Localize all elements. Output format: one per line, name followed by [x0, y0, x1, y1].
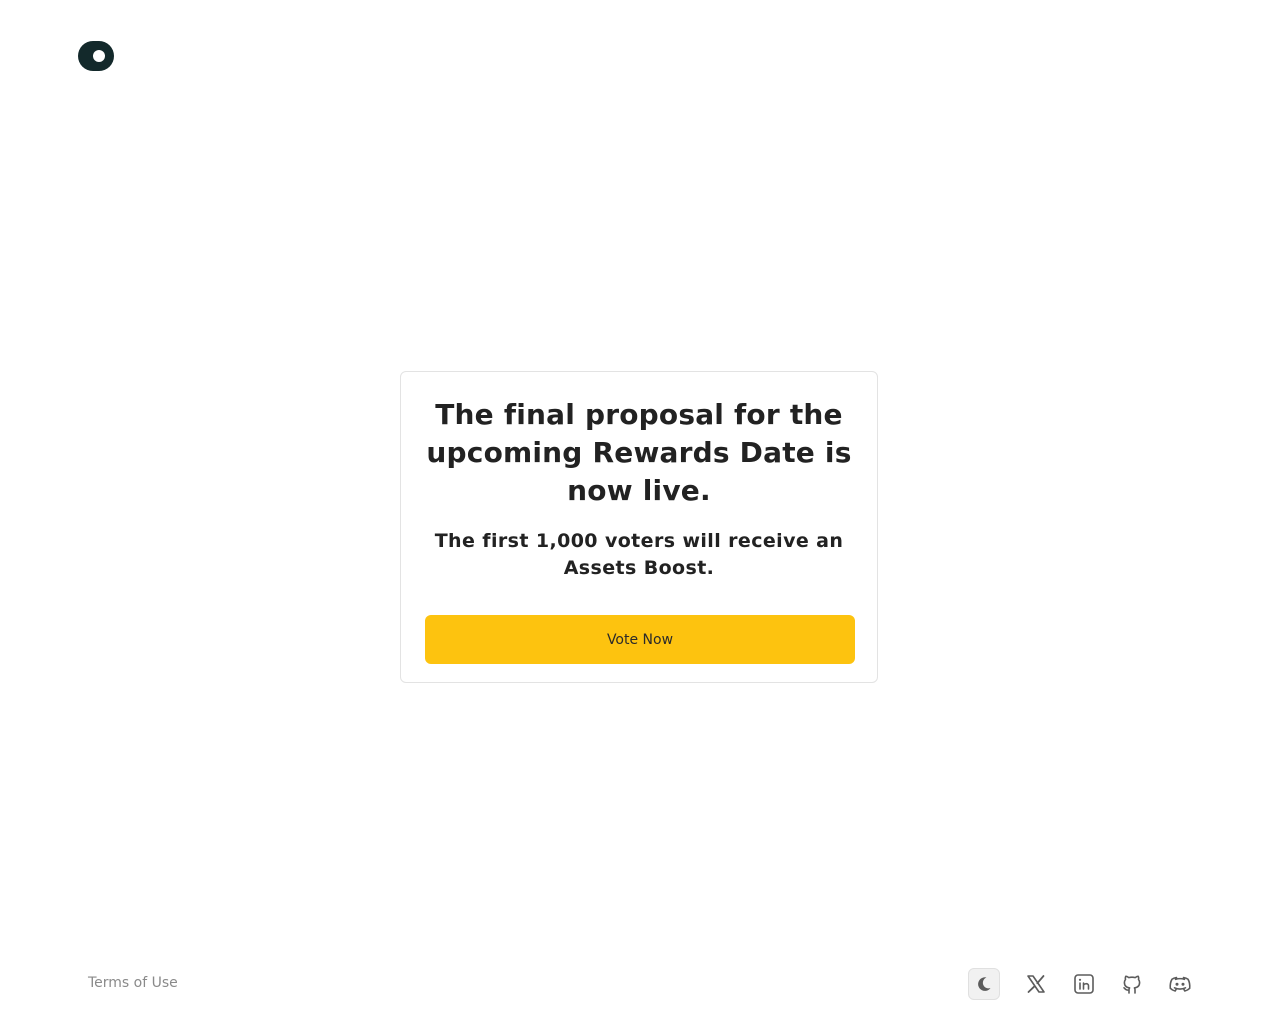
vote-now-button[interactable]: Vote Now — [425, 615, 855, 664]
github-link[interactable] — [1116, 968, 1148, 1000]
terms-of-use-link[interactable]: Terms of Use — [88, 975, 178, 991]
linkedin-link[interactable] — [1068, 968, 1100, 1000]
discord-link[interactable] — [1164, 968, 1196, 1000]
moon-icon — [978, 977, 991, 991]
github-icon — [1123, 975, 1141, 994]
discord-icon — [1169, 976, 1191, 992]
announcement-subtitle: The first 1,000 voters will receive an A… — [434, 530, 844, 579]
announcement-title: The final proposal for the upcoming Rewa… — [426, 398, 852, 507]
linkedin-icon — [1074, 974, 1094, 994]
announcement-card: The final proposal for the upcoming Rewa… — [400, 371, 878, 683]
page: The final proposal for the upcoming Rewa… — [0, 0, 1280, 1024]
logo-dot — [93, 50, 105, 62]
x-icon — [1027, 975, 1045, 993]
x-link[interactable] — [1020, 968, 1052, 1000]
theme-toggle-button[interactable] — [968, 968, 1000, 1000]
logo-icon[interactable] — [78, 41, 114, 71]
